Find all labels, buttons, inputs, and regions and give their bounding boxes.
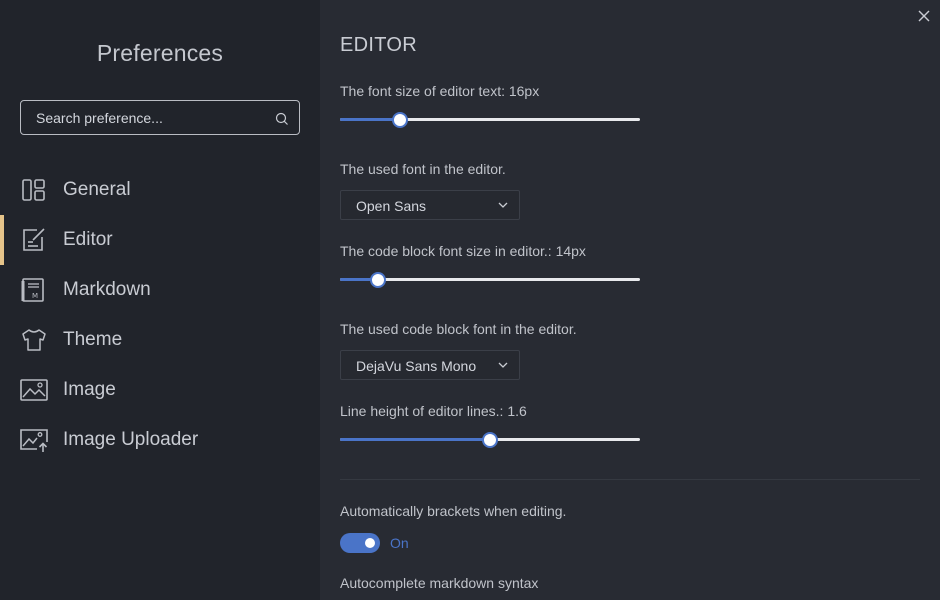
code-font-size-slider[interactable] (340, 272, 640, 288)
search-icon[interactable] (275, 112, 289, 126)
code-font-value: DejaVu Sans Mono (356, 358, 477, 374)
sidebar-item-label: Image Uploader (63, 429, 199, 450)
sidebar-item-general[interactable]: General (0, 165, 320, 215)
image-uploader-icon (20, 429, 48, 452)
font-size-label: The font size of editor text: 16px (340, 83, 540, 99)
editor-font-value: Open Sans (356, 198, 427, 214)
search-input[interactable] (21, 101, 271, 134)
image-icon (20, 379, 48, 401)
sidebar-item-label: General (63, 179, 131, 200)
chevron-down-icon (498, 362, 508, 368)
sidebar-item-editor[interactable]: Editor (0, 215, 320, 265)
line-height-label: Line height of editor lines.: 1.6 (340, 403, 527, 419)
sidebar-item-image-uploader[interactable]: Image Uploader (0, 415, 320, 465)
slider-thumb[interactable] (482, 432, 498, 448)
sidebar-item-label: Markdown (63, 279, 151, 300)
slider-thumb[interactable] (392, 112, 408, 128)
sidebar-title: Preferences (96, 40, 224, 66)
sidebar: Preferences General Editor (0, 0, 320, 600)
sidebar-item-label: Theme (63, 329, 123, 350)
code-font-size-label: The code block font size in editor.: 14p… (340, 243, 586, 259)
chevron-down-icon (498, 202, 508, 208)
sidebar-item-label: Image (63, 379, 116, 400)
divider (340, 479, 920, 480)
general-icon (22, 179, 45, 201)
toggle-knob (365, 538, 375, 548)
code-font-select[interactable]: DejaVu Sans Mono (340, 350, 520, 380)
slider-thumb[interactable] (369, 272, 386, 288)
code-font-label: The used code block font in the editor. (340, 321, 577, 337)
slider-fill (340, 438, 490, 441)
svg-text:M: M (32, 292, 38, 300)
sidebar-item-theme[interactable]: Theme (0, 315, 320, 365)
markdown-icon: M (21, 278, 44, 302)
editor-font-select[interactable]: Open Sans (340, 190, 520, 220)
auto-brackets-state: On (390, 535, 409, 551)
autocomplete-label: Autocomplete markdown syntax (340, 575, 539, 591)
search-box[interactable] (20, 100, 300, 135)
slider-fill (340, 118, 400, 121)
editor-font-label: The used font in the editor. (340, 161, 506, 177)
auto-brackets-toggle[interactable] (340, 533, 380, 553)
sidebar-item-markdown[interactable]: M Markdown (0, 265, 320, 315)
font-size-slider[interactable] (340, 112, 640, 128)
sidebar-nav: General Editor M Markdown Theme Image Im… (0, 165, 320, 465)
theme-icon (22, 329, 46, 351)
editor-preferences-panel: EDITOR The font size of editor text: 16p… (340, 0, 920, 600)
line-height-slider[interactable] (340, 432, 640, 448)
auto-brackets-label: Automatically brackets when editing. (340, 503, 567, 519)
editor-icon (23, 228, 45, 251)
section-title: EDITOR (340, 34, 417, 56)
sidebar-item-image[interactable]: Image (0, 365, 320, 415)
sidebar-item-label: Editor (63, 229, 113, 250)
